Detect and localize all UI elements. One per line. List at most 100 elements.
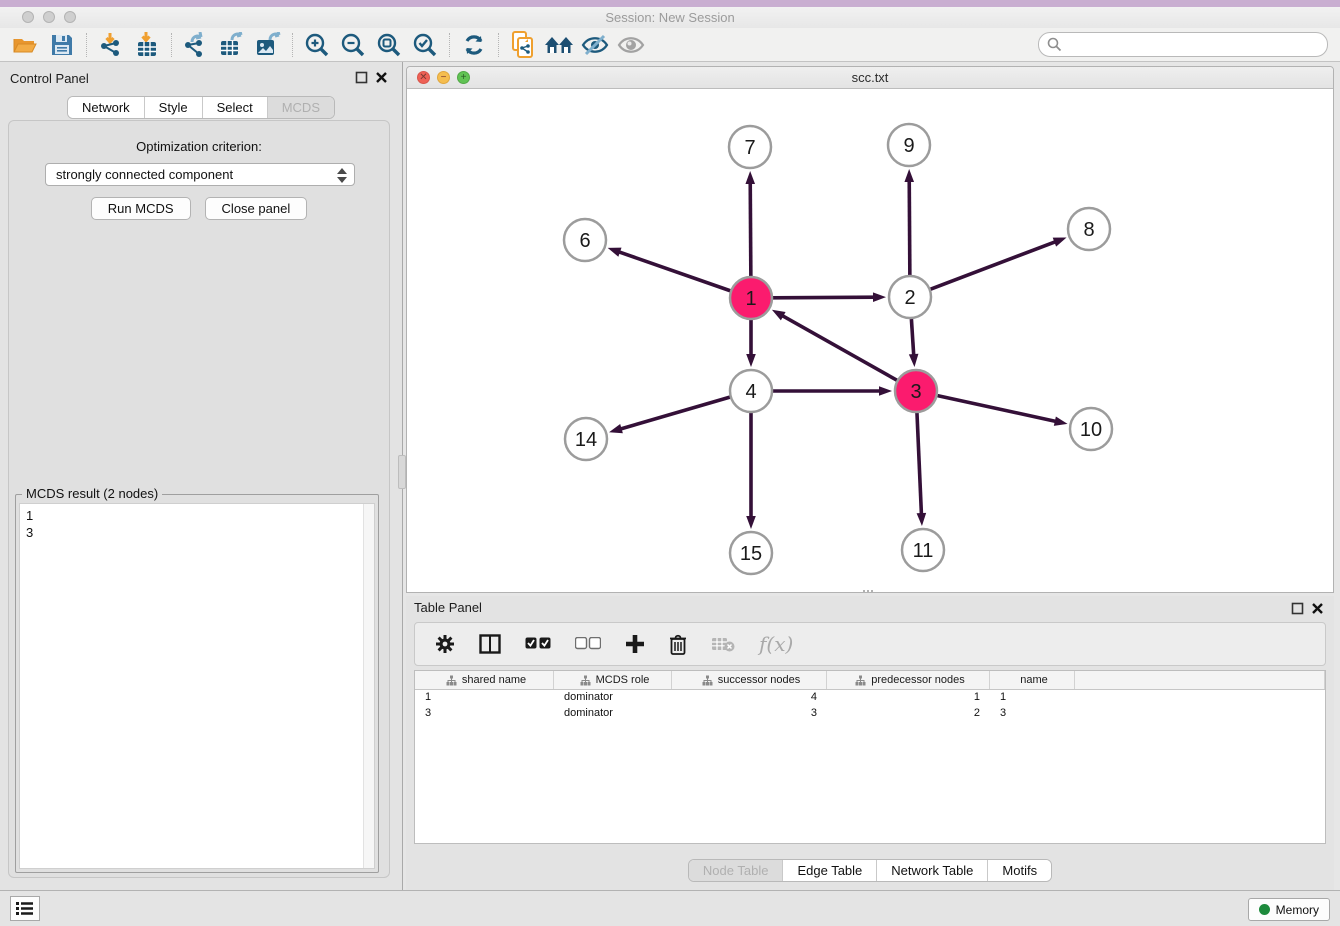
node-label-10: 10 [1080, 419, 1102, 441]
tab-select[interactable]: Select [203, 97, 268, 118]
float-table-panel-icon[interactable] [1291, 602, 1304, 615]
add-column-icon[interactable] [625, 634, 645, 654]
tab-style[interactable]: Style [145, 97, 203, 118]
network-graph[interactable]: 7968124314101511 [407, 89, 1333, 592]
run-mcds-button[interactable]: Run MCDS [91, 197, 191, 220]
zoom-out-button[interactable] [335, 31, 371, 59]
table-cell[interactable]: 3 [672, 706, 827, 722]
table-cell[interactable]: 3 [415, 706, 554, 722]
table-tab-edge-table[interactable]: Edge Table [783, 860, 877, 881]
control-panel-header: Control Panel [0, 62, 402, 94]
show-task-history-button[interactable] [10, 896, 40, 921]
refresh-button[interactable] [456, 31, 492, 59]
control-panel-tabs-row: NetworkStyleSelectMCDS [0, 96, 402, 119]
criterion-dropdown[interactable]: strongly connected component [45, 163, 355, 186]
first-neighbors-houses-icon [544, 34, 574, 56]
import-table-button[interactable] [129, 31, 165, 59]
column-header-successor-nodes[interactable]: successor nodes [672, 671, 827, 689]
float-panel-icon[interactable] [355, 71, 368, 84]
column-settings-gear-icon[interactable] [435, 634, 455, 654]
edge-1-7[interactable] [750, 182, 751, 276]
mcds-result-list[interactable]: 13 [19, 503, 375, 869]
save-floppy-icon [50, 33, 74, 57]
toolbar-separator [171, 33, 172, 57]
zoom-in-button[interactable] [299, 31, 335, 59]
table-toolbar: f(x) [414, 622, 1326, 666]
close-panel-icon[interactable] [375, 71, 388, 84]
network-window-titlebar[interactable]: ✕ − + scc.txt [407, 67, 1333, 89]
delete-table-icon[interactable] [711, 636, 735, 652]
save-session-button[interactable] [44, 31, 80, 59]
edge-4-14[interactable] [620, 397, 730, 429]
mcds-result-item[interactable]: 3 [26, 524, 374, 541]
edge-2-9[interactable] [909, 180, 910, 275]
search-input[interactable] [1038, 32, 1328, 57]
column-header-MCDS-role[interactable]: MCDS role [554, 671, 672, 689]
table-cell[interactable]: dominator [554, 690, 672, 706]
app-titlebar: Session: New Session [0, 7, 1340, 28]
hide-selected-button[interactable] [577, 31, 613, 59]
import-network-icon [98, 32, 124, 58]
tab-network[interactable]: Network [68, 97, 145, 118]
table-cell[interactable]: dominator [554, 706, 672, 722]
edge-3-1[interactable] [781, 315, 896, 380]
edge-arrowhead [608, 248, 622, 257]
network-view-window: ✕ − + scc.txt 7968124314101511 [406, 66, 1334, 593]
delete-column-trash-icon[interactable] [669, 634, 687, 655]
table-body[interactable]: 1dominator4113dominator323 [415, 690, 1325, 722]
window-resize-grip[interactable] [863, 590, 875, 595]
refresh-icon [462, 33, 486, 57]
table-tab-network-table[interactable]: Network Table [877, 860, 988, 881]
table-cell[interactable]: 1 [827, 690, 990, 706]
tab-mcds[interactable]: MCDS [268, 97, 334, 118]
zoom-fit-button[interactable] [371, 31, 407, 59]
mcds-result-item[interactable]: 1 [26, 507, 374, 524]
export-image-button[interactable] [250, 31, 286, 59]
edge-1-2[interactable] [773, 297, 875, 298]
zoom-selected-button[interactable] [407, 31, 443, 59]
select-all-columns-icon[interactable] [525, 637, 551, 651]
table-row[interactable]: 1dominator411 [415, 690, 1325, 706]
edge-arrowhead [917, 513, 927, 526]
column-header-shared-name[interactable]: shared name [415, 671, 554, 689]
close-table-panel-icon[interactable] [1311, 602, 1324, 615]
panel-divider-handle[interactable] [398, 455, 406, 489]
table-cell[interactable]: 1 [415, 690, 554, 706]
table-tab-motifs[interactable]: Motifs [988, 860, 1051, 881]
search-icon [1047, 37, 1062, 52]
edge-2-8[interactable] [931, 241, 1057, 289]
result-scrollbar[interactable] [363, 504, 374, 868]
table-tab-node-table[interactable]: Node Table [689, 860, 784, 881]
edge-arrowhead [745, 171, 755, 184]
memory-button[interactable]: Memory [1248, 898, 1330, 921]
open-session-button[interactable] [8, 31, 44, 59]
close-panel-button[interactable]: Close panel [205, 197, 308, 220]
column-header-predecessor-nodes[interactable]: predecessor nodes [827, 671, 990, 689]
node-label-2: 2 [904, 287, 915, 309]
deselect-all-columns-icon[interactable] [575, 637, 601, 651]
export-table-button[interactable] [214, 31, 250, 59]
edge-3-10[interactable] [937, 396, 1056, 422]
column-header-name[interactable]: name [990, 671, 1075, 689]
table-cell[interactable]: 3 [990, 706, 1075, 722]
mcds-panel: Optimization criterion: strongly connect… [8, 120, 390, 878]
network-canvas[interactable]: 7968124314101511 [407, 89, 1333, 592]
node-table[interactable]: shared nameMCDS rolesuccessor nodesprede… [414, 670, 1326, 844]
table-header-row[interactable]: shared nameMCDS rolesuccessor nodesprede… [415, 671, 1325, 690]
status-bar: Memory [0, 890, 1340, 926]
import-network-button[interactable] [93, 31, 129, 59]
table-cell[interactable]: 2 [827, 706, 990, 722]
edge-1-6[interactable] [618, 252, 730, 291]
first-neighbors-button[interactable] [541, 31, 577, 59]
table-row[interactable]: 3dominator323 [415, 706, 1325, 722]
zoom-in-icon [304, 32, 330, 58]
table-cell[interactable]: 4 [672, 690, 827, 706]
table-cell[interactable]: 1 [990, 690, 1075, 706]
table-panel-mode-icon[interactable] [479, 634, 501, 654]
show-all-button[interactable] [613, 31, 649, 59]
edge-2-3[interactable] [911, 319, 913, 356]
new-network-from-selection-button[interactable] [505, 31, 541, 59]
edge-3-11[interactable] [917, 413, 921, 515]
function-builder-icon[interactable]: f(x) [759, 632, 793, 656]
export-network-button[interactable] [178, 31, 214, 59]
